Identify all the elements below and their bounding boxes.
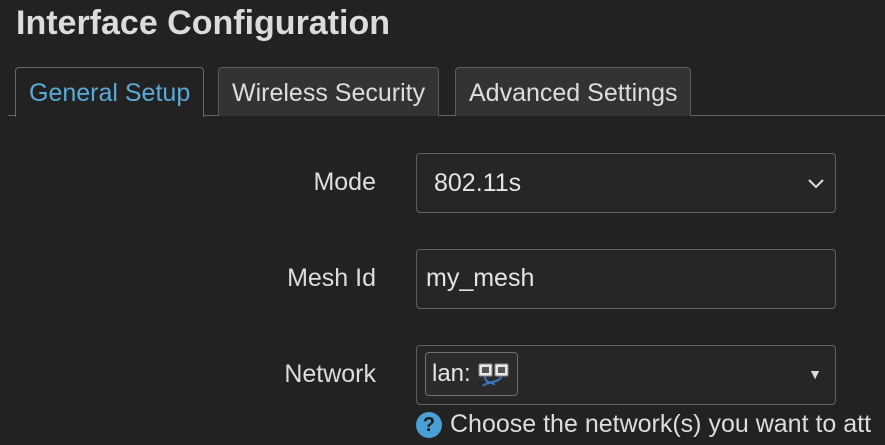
network-tag-lan[interactable]: lan: (425, 352, 518, 396)
mesh-id-value: my_mesh (426, 264, 535, 292)
network-help: ? Choose the network(s) you want to att (416, 410, 871, 439)
mode-select-value: 802.11s (434, 169, 522, 197)
mode-label: Mode (313, 168, 376, 196)
tab-general-setup[interactable]: General Setup (15, 67, 205, 117)
network-label: Network (284, 360, 376, 388)
tab-advanced-settings[interactable]: Advanced Settings (455, 67, 692, 116)
network-help-text: Choose the network(s) you want to att (450, 410, 872, 438)
interface-configuration-page: Interface Configuration General Setup Wi… (0, 0, 885, 445)
mesh-id-input[interactable]: my_mesh (416, 249, 836, 309)
mode-select[interactable]: 802.11s (416, 153, 836, 213)
network-tag-label: lan: (432, 360, 471, 387)
network-ports-icon (478, 363, 509, 387)
chevron-down-icon (808, 179, 824, 189)
help-question-icon: ? (416, 411, 442, 438)
page-title: Interface Configuration (16, 4, 391, 42)
network-dropdown[interactable]: lan: ▼ (416, 345, 836, 405)
tab-wireless-security[interactable]: Wireless Security (218, 67, 440, 116)
dropdown-caret-icon: ▼ (808, 366, 822, 382)
mesh-id-label: Mesh Id (287, 264, 376, 292)
